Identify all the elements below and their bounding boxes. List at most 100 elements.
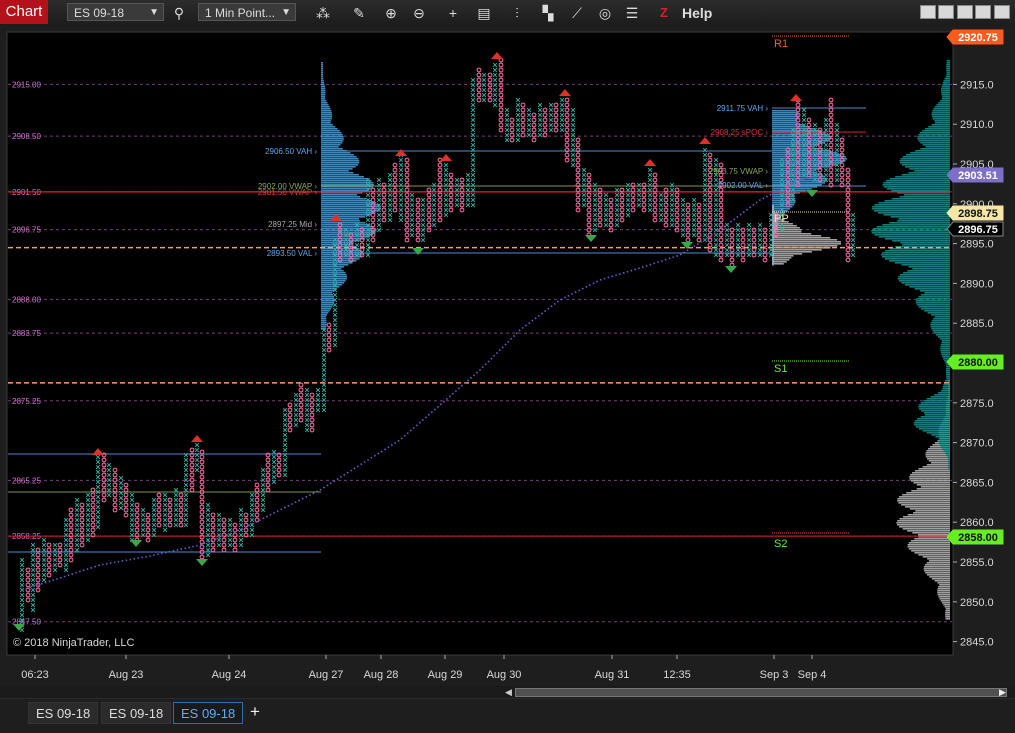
- volume-profile-bar: [321, 134, 343, 136]
- volume-profile-bar: [321, 122, 331, 124]
- volume-profile-bar: [897, 500, 950, 502]
- volume-profile-bar: [919, 290, 950, 292]
- volume-profile-bar: [883, 186, 950, 188]
- search-icon[interactable]: ⚲: [169, 3, 189, 23]
- volume-profile-bar: [923, 412, 950, 414]
- volume-profile-bar: [321, 174, 359, 176]
- scroll-right-icon[interactable]: ▶: [999, 687, 1006, 698]
- volume-profile-bar: [934, 120, 950, 122]
- volume-profile-bar: [321, 318, 327, 320]
- volume-profile-bar: [939, 444, 950, 446]
- volume-profile-bar: [877, 212, 950, 214]
- volume-profile-bar: [895, 176, 950, 178]
- volume-profile-bar: [321, 88, 326, 90]
- volume-profile-bar: [915, 300, 950, 302]
- volume-profile-bar: [903, 516, 950, 518]
- volume-profile-bar: [930, 326, 950, 328]
- volume-profile-bar: [884, 200, 950, 202]
- volume-profile-bar: [920, 410, 950, 412]
- volume-profile-bar: [772, 237, 831, 239]
- instrument-tab[interactable]: ES 09-18: [101, 702, 172, 724]
- pivot-r1-label: R1: [774, 38, 788, 50]
- volume-profile-bar: [321, 322, 327, 324]
- chart-style-icon[interactable]: ▚: [538, 3, 558, 23]
- volume-profile-bar: [908, 266, 950, 268]
- y-tick-label: 2875.0: [960, 398, 994, 410]
- volume-profile-bar: [928, 460, 950, 462]
- volume-profile-bar: [772, 249, 822, 251]
- volume-profile-bar: [909, 478, 950, 480]
- volume-profile-bar: [940, 100, 950, 102]
- chart-panel[interactable]: 2915.00 2908.50 2901.50 2896.75 2888.00 2883.…: [0, 26, 1015, 686]
- volume-profile-bar: [910, 480, 950, 482]
- volume-profile-bar: [772, 116, 800, 118]
- volume-profile-bar: [873, 210, 950, 212]
- volume-profile-bar: [940, 350, 950, 352]
- volume-profile-bar: [945, 614, 950, 616]
- tile-window-button[interactable]: [920, 5, 936, 19]
- help-menu[interactable]: Help: [682, 3, 712, 23]
- volume-profile-bar: [946, 378, 950, 380]
- volume-profile-bar: [882, 184, 950, 186]
- instrument-tab[interactable]: ES 09-18: [28, 702, 99, 724]
- volume-profile-bar: [946, 454, 950, 456]
- minimize-button[interactable]: [957, 5, 973, 19]
- volume-profile-bar: [884, 258, 950, 260]
- volume-profile-bar: [914, 424, 950, 426]
- volume-profile-bar: [941, 340, 950, 342]
- horizontal-scrollbar[interactable]: ◀ ▶: [0, 686, 1015, 698]
- interval-selector[interactable]: 1 Min Point... ▼: [198, 3, 296, 21]
- volume-profile-bar: [772, 255, 794, 257]
- volume-profile-bar: [911, 490, 950, 492]
- x-tick-label: Aug 28: [364, 669, 399, 681]
- scroll-left-icon[interactable]: ◀: [505, 687, 512, 698]
- volume-profile-bar: [938, 442, 950, 444]
- bars-icon[interactable]: ⫶: [507, 3, 527, 23]
- volume-profile-bar: [902, 244, 950, 246]
- restore-window-button[interactable]: [938, 5, 954, 19]
- volume-profile-bar: [772, 136, 831, 138]
- zoom-out-icon[interactable]: ⊖: [409, 3, 429, 23]
- y-tick-label: 2870.0: [960, 438, 994, 450]
- instrument-selector[interactable]: ES 09-18 ▼: [67, 3, 164, 21]
- crosshair-icon[interactable]: +: [443, 3, 463, 23]
- y-tick-label: 2855.0: [960, 557, 994, 569]
- volume-profile-bar: [940, 352, 950, 354]
- volume-profile-bar: [928, 126, 950, 128]
- volume-profile-bar: [882, 252, 950, 254]
- volume-profile-bar: [938, 102, 950, 104]
- close-button[interactable]: [994, 5, 1010, 19]
- volume-profile-bar: [772, 209, 774, 211]
- properties-icon[interactable]: ☰: [622, 3, 642, 23]
- z-order-icon[interactable]: Z: [660, 3, 668, 23]
- volume-profile-bar: [901, 264, 950, 266]
- volume-profile-bar: [918, 134, 950, 136]
- price-chart[interactable]: 2915.002908.502901.502896.752888.002883.…: [0, 26, 1015, 686]
- x-tick-label: Sep 3: [760, 669, 789, 681]
- volume-profile-bar: [321, 78, 324, 80]
- volume-profile-bar: [321, 164, 358, 166]
- volume-profile-bar: [321, 298, 335, 300]
- indicators-icon[interactable]: ⟋: [567, 3, 587, 23]
- maximize-button[interactable]: [975, 5, 991, 19]
- zoom-in-icon[interactable]: ⊕: [381, 3, 401, 23]
- volume-profile-bar: [924, 310, 950, 312]
- add-tab-button[interactable]: +: [250, 702, 260, 722]
- pencil-icon[interactable]: ✎: [349, 3, 369, 23]
- x-tick-label: Aug 31: [595, 669, 630, 681]
- volume-profile-bar: [772, 257, 792, 259]
- volume-profile-bar: [321, 138, 344, 140]
- volume-profile-bar: [321, 82, 325, 84]
- scrollbar-thumb[interactable]: [515, 688, 1007, 697]
- volume-profile-bar: [934, 580, 950, 582]
- volume-profile-bar: [936, 104, 950, 106]
- data-box-icon[interactable]: ▤: [474, 3, 494, 23]
- volume-profile-bar: [927, 574, 950, 576]
- volume-profile-bar: [321, 292, 332, 294]
- crosshair-x-icon[interactable]: ⁂: [313, 3, 333, 23]
- x-tick-label: Aug 27: [309, 669, 344, 681]
- volume-profile-bar: [916, 304, 950, 306]
- volume-profile-bar: [896, 524, 950, 526]
- strategies-icon[interactable]: ◎: [595, 3, 615, 23]
- instrument-tab-active[interactable]: ES 09-18: [173, 702, 244, 724]
